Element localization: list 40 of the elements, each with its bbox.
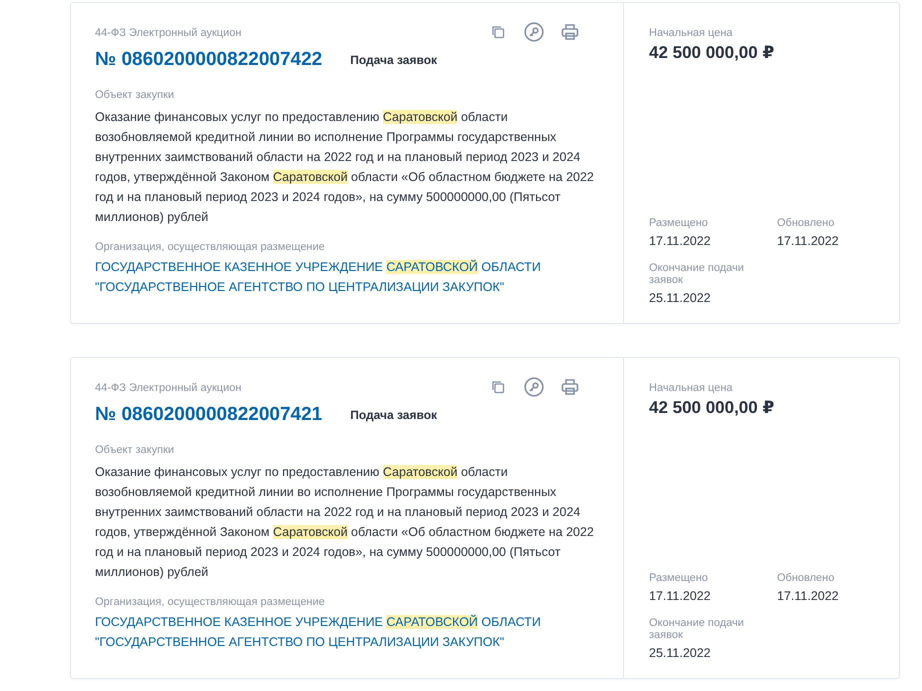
key-button[interactable] (523, 21, 545, 43)
law-type: 44-ФЗ Электронный аукцион (95, 27, 242, 39)
object-description: Оказание финансовых услуг по предоставлению Саратовской области возобновляемой кредитной линии во исполнение Программы государственных внутренних заимствований области на 2022 год и на плановый период 2023 и 2024 годов, утверждённой Законом Саратовской области «Об областном бюджете на 2022 год и на плановый период 2023 и 2024 годов», на сумму 500000000,00 (Пятьсот миллионов) рублей (95, 464, 595, 581)
updated-label: Обновлено (777, 217, 836, 229)
printer-icon (561, 378, 579, 396)
price-label: Начальная цена (649, 27, 734, 39)
law-type: 44-ФЗ Электронный аукцион (95, 382, 242, 394)
object-label: Объект закупки (95, 444, 176, 456)
posted-date: 17.11.2022 (649, 589, 712, 603)
organization-label: Организация, осуществляющая размещение (95, 241, 326, 253)
updated-date: 17.11.2022 (777, 589, 840, 603)
object-label: Объект закупки (95, 89, 176, 101)
print-button[interactable] (559, 376, 581, 398)
organization-label: Организация, осуществляющая размещение (95, 596, 326, 608)
tender-number-link[interactable]: № 0860200000822007421 (95, 404, 322, 426)
posted-label: Размещено (649, 217, 709, 229)
printer-icon (561, 23, 579, 41)
updated-date: 17.11.2022 (777, 234, 840, 248)
price-value: 42 500 000,00 ₽ (649, 398, 776, 418)
deadline-label: Окончание подачи заявок (649, 617, 745, 641)
price-label: Начальная цена (649, 382, 734, 394)
key-button[interactable] (523, 376, 545, 398)
price-value: 42 500 000,00 ₽ (649, 43, 776, 63)
posted-label: Размещено (649, 572, 709, 584)
copy-icon (491, 380, 505, 394)
object-description: Оказание финансовых услуг по предоставлению Саратовской области возобновляемой кредитной линии во исполнение Программы государственных внутренних заимствований области на 2022 год и на плановый период 2023 и 2024 годов, утверждённой Законом Саратовской области «Об областном бюджете на 2022 год и на плановый период 2023 и 2024 годов», на сумму 500000000,00 (Пятьсот миллионов) рублей (95, 109, 595, 226)
updated-label: Обновлено (777, 572, 836, 584)
copy-icon (491, 25, 505, 39)
stage-label: Подача заявок (350, 53, 438, 67)
key-icon (524, 22, 544, 42)
posted-date: 17.11.2022 (649, 234, 712, 248)
deadline-label: Окончание подачи заявок (649, 262, 745, 286)
key-icon (524, 377, 544, 397)
organization-link[interactable]: ГОСУДАРСТВЕННОЕ КАЗЕННОЕ УЧРЕЖДЕНИЕ САРАТОВСКОЙ ОБЛАСТИ "ГОСУДАРСТВЕННОЕ АГЕНТСТВО ПО ЦЕНТРАЛИЗАЦИИ ЗАКУПОК" (95, 612, 605, 652)
deadline-date: 25.11.2022 (649, 646, 712, 660)
organization-link[interactable]: ГОСУДАРСТВЕННОЕ КАЗЕННОЕ УЧРЕЖДЕНИЕ САРАТОВСКОЙ ОБЛАСТИ "ГОСУДАРСТВЕННОЕ АГЕНТСТВО ПО ЦЕНТРАЛИЗАЦИИ ЗАКУПОК" (95, 257, 605, 297)
print-button[interactable] (559, 21, 581, 43)
stage-label: Подача заявок (350, 408, 438, 422)
deadline-date: 25.11.2022 (649, 291, 712, 305)
tender-number-link[interactable]: № 0860200000822007422 (95, 49, 322, 71)
